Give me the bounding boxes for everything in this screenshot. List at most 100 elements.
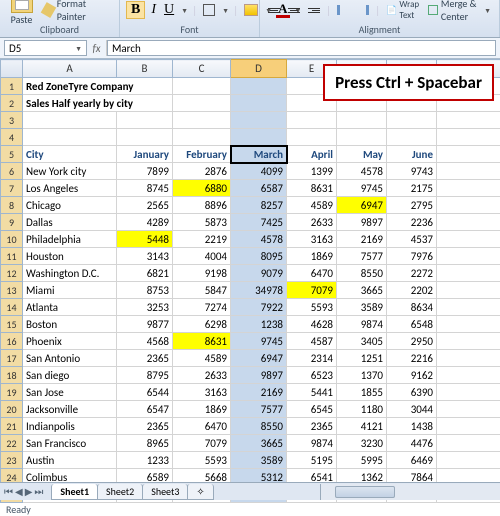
cell[interactable]	[437, 231, 500, 248]
cell[interactable]: 3589	[231, 452, 287, 469]
cell-title[interactable]: Red ZoneTyre Company	[23, 78, 173, 95]
cell[interactable]: 3230	[337, 435, 387, 452]
row-header[interactable]: 14	[1, 299, 23, 316]
row-header[interactable]: 4	[1, 129, 23, 146]
cell[interactable]: Chicago	[23, 197, 117, 214]
format-painter-button[interactable]: Format Painter	[41, 0, 113, 24]
merge-center-button[interactable]: Merge & Center▼	[426, 0, 494, 24]
cell[interactable]: 1180	[337, 401, 387, 418]
cell[interactable]: 9874	[337, 316, 387, 333]
cell[interactable]	[437, 265, 500, 282]
formula-bar[interactable]: March	[107, 40, 496, 56]
cell[interactable]: Washington D.C.	[23, 265, 117, 282]
cell[interactable]: 4004	[173, 248, 231, 265]
row-header[interactable]: 8	[1, 197, 23, 214]
cell[interactable]: 5995	[337, 452, 387, 469]
cell[interactable]: 2216	[387, 350, 437, 367]
horizontal-scrollbar[interactable]	[320, 484, 500, 500]
cell[interactable]: 5441	[287, 384, 337, 401]
col-header[interactable]: D	[231, 60, 287, 78]
cell[interactable]: 7079	[287, 282, 337, 299]
cell[interactable]: 8745	[117, 180, 173, 197]
cell[interactable]: Indianpolis	[23, 418, 117, 435]
cell[interactable]: 1370	[337, 367, 387, 384]
cell[interactable]: Boston	[23, 316, 117, 333]
increase-indent-button[interactable]	[355, 4, 371, 16]
row-header[interactable]: 7	[1, 180, 23, 197]
cell[interactable]: 1251	[337, 350, 387, 367]
cell[interactable]: 8257	[231, 197, 287, 214]
cell[interactable]: Miami	[23, 282, 117, 299]
row-header[interactable]: 21	[1, 418, 23, 435]
cell[interactable]: 2633	[287, 214, 337, 231]
cell[interactable]: 9745	[337, 180, 387, 197]
cell[interactable]: 2169	[231, 384, 287, 401]
cell[interactable]: 1869	[173, 401, 231, 418]
cell[interactable]: 4289	[117, 214, 173, 231]
cell[interactable]: 6470	[173, 418, 231, 435]
wrap-text-button[interactable]: 📄Wrap Text	[384, 0, 421, 22]
scroll-thumb[interactable]	[335, 486, 395, 498]
cell[interactable]: 9198	[173, 265, 231, 282]
cell[interactable]	[437, 214, 500, 231]
cell[interactable]: Houston	[23, 248, 117, 265]
cell[interactable]: San Francisco	[23, 435, 117, 452]
bold-button[interactable]: B	[126, 1, 145, 19]
row-header[interactable]: 6	[1, 163, 23, 180]
sheet-tab[interactable]: Sheet3	[142, 484, 188, 500]
fill-color-button[interactable]	[242, 3, 260, 17]
cell[interactable]: 6390	[387, 384, 437, 401]
cell[interactable]: 8896	[173, 197, 231, 214]
cell[interactable]: Atlanta	[23, 299, 117, 316]
new-sheet-button[interactable]: ✧	[187, 484, 213, 500]
cell[interactable]: 4099	[231, 163, 287, 180]
cell[interactable]: Philadelphia	[23, 231, 117, 248]
border-button[interactable]	[201, 3, 217, 17]
cell[interactable]: 3163	[173, 384, 231, 401]
cell[interactable]: 3665	[337, 282, 387, 299]
sheet-tab[interactable]: Sheet1	[51, 484, 98, 500]
cell[interactable]: 2169	[337, 231, 387, 248]
cell[interactable]: San Jose	[23, 384, 117, 401]
cell[interactable]: May	[337, 146, 387, 163]
cell[interactable]: 4578	[231, 231, 287, 248]
row-header[interactable]: 11	[1, 248, 23, 265]
cell[interactable]: 8753	[117, 282, 173, 299]
cell[interactable]	[437, 452, 500, 469]
cell[interactable]: 3405	[337, 333, 387, 350]
cell[interactable]: 2314	[287, 350, 337, 367]
cell[interactable]: 8795	[117, 367, 173, 384]
tab-nav[interactable]: ⏮◀▶⏭	[0, 485, 47, 498]
cell[interactable]: 5847	[173, 282, 231, 299]
row-header[interactable]: 19	[1, 384, 23, 401]
cell[interactable]: 6544	[117, 384, 173, 401]
row-header[interactable]: 16	[1, 333, 23, 350]
cell[interactable]: 2950	[387, 333, 437, 350]
cell[interactable]: 9162	[387, 367, 437, 384]
cell[interactable]: 1238	[231, 316, 287, 333]
row-header[interactable]: 2	[1, 95, 23, 112]
cell[interactable]: 4628	[287, 316, 337, 333]
col-header[interactable]: B	[117, 60, 173, 78]
decrease-indent-button[interactable]	[335, 4, 351, 16]
cell[interactable]: 2202	[387, 282, 437, 299]
cell[interactable]: April	[287, 146, 337, 163]
row-header[interactable]: 1	[1, 78, 23, 95]
align-left-button[interactable]	[266, 7, 282, 14]
underline-button[interactable]: U	[162, 1, 176, 19]
cell[interactable]: June	[387, 146, 437, 163]
row-header[interactable]: 12	[1, 265, 23, 282]
row-header[interactable]: 20	[1, 401, 23, 418]
cell[interactable]: 7922	[231, 299, 287, 316]
cell[interactable]: 9877	[117, 316, 173, 333]
cell[interactable]: 9897	[337, 214, 387, 231]
align-right-button[interactable]	[306, 7, 322, 14]
cell[interactable]: 5195	[287, 452, 337, 469]
row-header[interactable]: 10	[1, 231, 23, 248]
cell[interactable]: 4568	[117, 333, 173, 350]
cell[interactable]	[437, 248, 500, 265]
cell[interactable]: 4121	[337, 418, 387, 435]
cell[interactable]: 6821	[117, 265, 173, 282]
cell[interactable]	[437, 333, 500, 350]
cell[interactable]: 8550	[231, 418, 287, 435]
